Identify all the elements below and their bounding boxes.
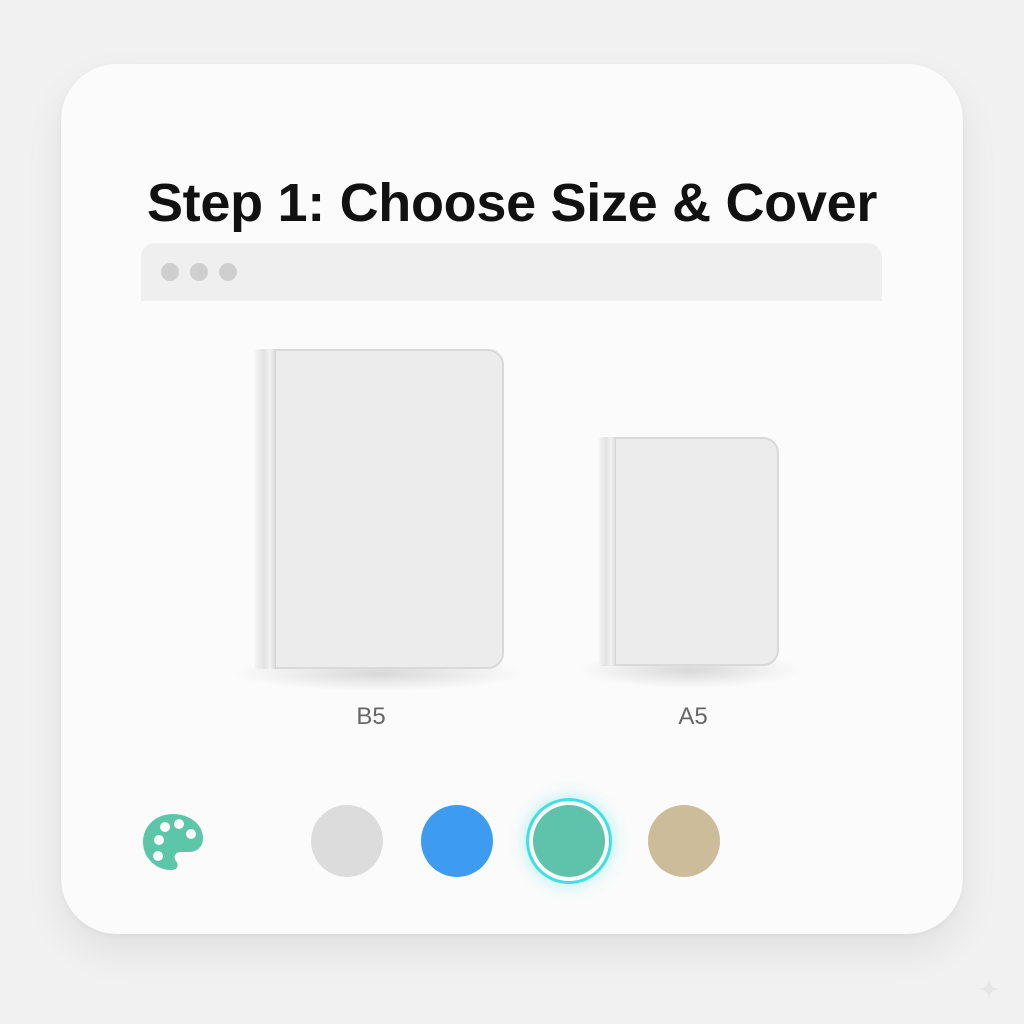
cover-color-gray-swatch[interactable] xyxy=(311,805,383,877)
dialog-card: Step 1: Choose Size & Cover B5 A5 xyxy=(61,64,963,934)
cover-color-teal-swatch[interactable] xyxy=(533,805,605,877)
book-a5-option[interactable] xyxy=(579,437,799,688)
book-spine xyxy=(255,349,276,669)
book-spine xyxy=(599,437,616,666)
window-dot-icon xyxy=(190,263,208,281)
size-label-a5: A5 xyxy=(678,703,708,730)
book-b5-option[interactable] xyxy=(235,349,524,691)
size-label-b5: B5 xyxy=(356,703,386,730)
cover-color-blue-swatch[interactable] xyxy=(421,805,493,877)
window-dot-icon xyxy=(161,263,179,281)
palette-icon xyxy=(143,814,203,870)
cover-color-beige-swatch[interactable] xyxy=(648,805,720,877)
browser-bar xyxy=(141,243,882,301)
sparkle-icon xyxy=(978,978,1000,1000)
window-dot-icon xyxy=(219,263,237,281)
page-title: Step 1: Choose Size & Cover xyxy=(146,173,878,233)
book-cover xyxy=(255,349,504,669)
book-cover xyxy=(599,437,779,666)
